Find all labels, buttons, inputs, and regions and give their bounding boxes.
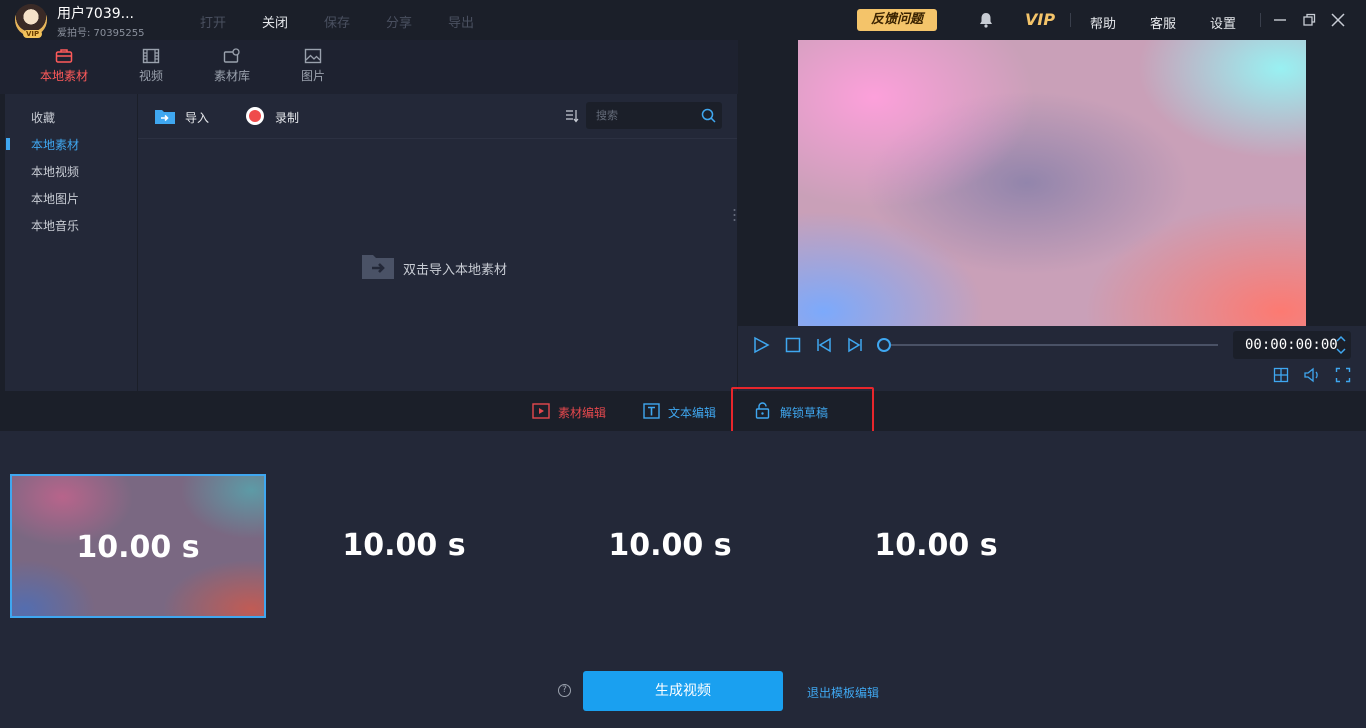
vip-logo[interactable]: VIP <box>1025 10 1055 29</box>
service-link[interactable]: 客服 <box>1150 13 1176 32</box>
clip-item[interactable]: 10.00 s <box>10 474 266 618</box>
clip-duration: 10.00 s <box>874 528 998 563</box>
layout-icon[interactable] <box>1273 367 1289 383</box>
clip-item[interactable]: 10.00 s <box>542 474 798 618</box>
divider <box>1260 13 1261 27</box>
clip-duration: 10.00 s <box>76 530 200 565</box>
sidebar-item-favorites[interactable]: 收藏 <box>31 109 55 126</box>
import-icon[interactable] <box>154 107 176 125</box>
sort-icon[interactable] <box>564 108 580 124</box>
text-edit-icon[interactable] <box>643 403 660 419</box>
search-icon[interactable] <box>701 108 716 123</box>
clip-item[interactable]: 10.00 s <box>276 474 532 618</box>
tab-image[interactable]: 图片 <box>283 48 343 84</box>
next-frame-icon[interactable] <box>846 336 864 354</box>
clip-duration: 10.00 s <box>342 528 466 563</box>
help-link[interactable]: 帮助 <box>1090 13 1116 32</box>
close-icon[interactable] <box>1329 11 1347 29</box>
previous-frame-icon[interactable] <box>815 336 833 354</box>
panel-splitter[interactable] <box>733 208 736 222</box>
search-input[interactable] <box>586 102 696 129</box>
progress-track[interactable] <box>884 344 1218 346</box>
exit-template-edit-link[interactable]: 退出模板编辑 <box>807 684 879 701</box>
clip-duration: 10.00 s <box>608 528 732 563</box>
tab-video[interactable]: 视频 <box>121 48 181 84</box>
menu-share[interactable]: 分享 <box>386 12 412 31</box>
help-icon[interactable]: ? <box>558 684 571 697</box>
fullscreen-icon[interactable] <box>1335 367 1351 383</box>
username[interactable]: 用户7039... <box>57 3 134 23</box>
folder-import-icon <box>362 253 394 279</box>
avatar-vip-badge: VIP <box>23 30 43 38</box>
menu-export[interactable]: 导出 <box>448 12 474 31</box>
bell-icon[interactable] <box>977 11 995 29</box>
video-preview[interactable] <box>798 40 1306 326</box>
feedback-button[interactable]: 反馈问题 <box>857 9 937 31</box>
volume-icon[interactable] <box>1303 366 1321 384</box>
tab-label: 本地素材 <box>39 69 88 83</box>
minimize-icon[interactable] <box>1271 11 1289 29</box>
media-tab-bar <box>0 40 738 94</box>
restore-icon[interactable] <box>1300 11 1318 29</box>
stop-icon[interactable] <box>784 336 802 354</box>
tab-label: 素材库 <box>213 69 250 83</box>
tab-label: 视频 <box>138 69 163 83</box>
media-edit-icon[interactable] <box>532 403 550 419</box>
settings-link[interactable]: 设置 <box>1210 13 1236 32</box>
toolbox-icon <box>55 49 73 63</box>
timecode-value: 00:00:00:00 <box>1245 337 1338 353</box>
menu-close[interactable]: 关闭 <box>262 12 288 31</box>
user-id: 爱拍号: 70395255 <box>57 28 145 39</box>
play-icon[interactable] <box>752 336 770 354</box>
tab-library[interactable]: 素材库 <box>202 48 262 84</box>
sidebar-item-local-media[interactable]: 本地素材 <box>31 136 79 153</box>
menu-save[interactable]: 保存 <box>324 12 350 31</box>
generate-video-button[interactable]: 生成视频 <box>583 671 783 711</box>
tab-local-media[interactable]: 本地素材 <box>34 48 94 84</box>
sidebar-item-local-video[interactable]: 本地视频 <box>31 163 79 180</box>
divider <box>138 138 737 139</box>
timecode-stepper-icon[interactable] <box>1334 333 1348 357</box>
record-icon[interactable] <box>245 106 265 126</box>
search-box <box>586 102 722 129</box>
sidebar-item-local-music[interactable]: 本地音乐 <box>31 217 79 234</box>
divider <box>1070 13 1071 27</box>
menu-open[interactable]: 打开 <box>200 12 226 31</box>
clip-item[interactable]: 10.00 s <box>808 474 1064 618</box>
film-icon <box>142 48 160 64</box>
tab-text-edit[interactable]: 文本编辑 <box>668 404 716 421</box>
empty-hint: 双击导入本地素材 <box>403 263 508 278</box>
record-button[interactable]: 录制 <box>275 109 299 126</box>
tab-label: 图片 <box>300 69 325 83</box>
avatar[interactable]: VIP <box>15 4 47 38</box>
image-icon <box>304 48 322 64</box>
import-button[interactable]: 导入 <box>185 109 209 126</box>
progress-knob[interactable] <box>877 338 891 352</box>
library-icon <box>223 48 240 63</box>
tab-media-edit[interactable]: 素材编辑 <box>558 404 606 421</box>
sidebar-active-indicator <box>6 138 10 150</box>
sidebar-item-local-image[interactable]: 本地图片 <box>31 190 79 207</box>
